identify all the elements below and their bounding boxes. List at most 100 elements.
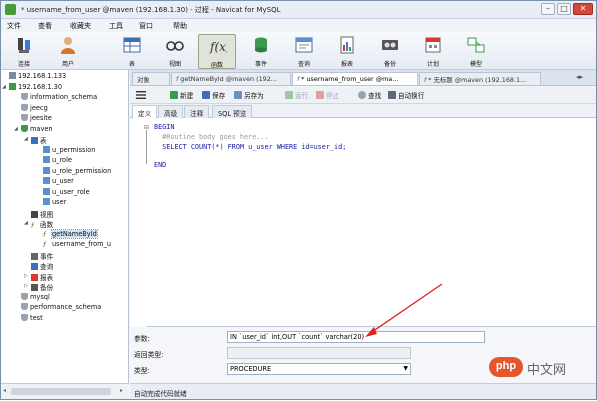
tree-expander-icon[interactable]: ◢ (24, 220, 28, 226)
scroll-thumb[interactable] (11, 388, 111, 395)
definition-tabs: 定义 高级 注释 SQL 预览 (130, 104, 596, 118)
tree-item-label: u_permission (52, 145, 96, 154)
tree-item[interactable]: f 函数 (31, 219, 54, 230)
tree-item[interactable]: f getNameById (43, 228, 98, 240)
code-line-3: SELECT COUNT(*) FROM u_user WHERE id=use… (154, 143, 347, 151)
tree-expander-icon[interactable]: ▷ (24, 283, 28, 289)
close-button[interactable]: ✕ (573, 3, 593, 15)
user-icon (61, 37, 75, 54)
tree-item[interactable]: 表 (31, 135, 47, 145)
tree-item[interactable]: user (43, 198, 66, 208)
toolbar-event-button[interactable]: 事件 (242, 34, 280, 69)
save-button[interactable]: 保存 (202, 90, 225, 100)
new-button[interactable]: 新建 (170, 90, 193, 100)
backups-icon (31, 284, 38, 291)
save-as-button[interactable]: 另存为 (234, 90, 264, 100)
tree-expander-icon[interactable]: ◢ (2, 84, 6, 90)
find-label: 查找 (368, 92, 382, 100)
tab-untitled[interactable]: f * 无标题 @maven (192.168.1... (419, 72, 541, 85)
status-text: 自动完成代码就绪 (134, 390, 187, 398)
tree-item[interactable]: 事件 (31, 251, 53, 261)
backup-icon (382, 40, 398, 50)
tree-item-label: 函数 (40, 221, 54, 229)
tree-item-label: 查询 (40, 263, 54, 271)
tree-expander-icon[interactable]: ▷ (24, 273, 28, 279)
tree-expander-icon[interactable]: ◢ (24, 136, 28, 142)
toolbar-connect-button[interactable]: 连接 (5, 34, 43, 69)
tree-horizontal-scrollbar[interactable]: ◂ ▸ (1, 383, 129, 399)
find-button[interactable]: 查找 (358, 90, 381, 100)
toolbar-view-button[interactable]: 视图 (156, 34, 194, 69)
table-icon (43, 156, 50, 163)
table-icon (43, 145, 50, 153)
tree-item[interactable]: performance_schema (21, 303, 101, 313)
tab-advanced[interactable]: 高级 (158, 105, 184, 118)
maximize-button[interactable]: □ (557, 3, 571, 15)
tree-item[interactable]: f username_from_u (43, 240, 111, 250)
connection-open-icon (9, 82, 16, 90)
watermark-text: 中文网 (527, 363, 567, 378)
toolbar-model-button[interactable]: 模型 (457, 34, 495, 69)
menu-window[interactable]: 窗口 (139, 21, 153, 31)
menu-view[interactable]: 查看 (38, 21, 52, 31)
autowrap-button[interactable]: 自动换行 (388, 90, 424, 100)
tree-item[interactable]: u_role_permission (43, 166, 111, 177)
tree-item[interactable]: 192.168.1.133 (9, 72, 66, 82)
tree-item[interactable]: u_role (43, 156, 72, 166)
tab-objects[interactable]: 对象 (132, 72, 170, 85)
minimize-button[interactable]: – (541, 3, 555, 15)
tree-item[interactable]: 查询 (31, 261, 53, 271)
tab-username-from-user[interactable]: f * username_from_user @ma... (292, 72, 418, 85)
toolbar-event-label: 事件 (254, 61, 267, 68)
app-window: * username_from_user @maven (192.168.1.3… (0, 0, 597, 400)
tab-scroll-icon[interactable]: ◂▸ (576, 73, 583, 81)
toolbar-user-button[interactable]: 用户 (49, 34, 87, 69)
tree-item-label: 报表 (40, 273, 54, 282)
menu-file[interactable]: 文件 (7, 21, 21, 31)
scroll-left-icon[interactable]: ◂ (3, 387, 6, 394)
tab-getnamebyid[interactable]: f getNameById @maven (192... (171, 72, 291, 85)
tab-definition[interactable]: 定义 (132, 105, 158, 118)
tree-item[interactable]: u_user_role (43, 187, 90, 198)
save-icon (202, 91, 210, 99)
toolbar-report-button[interactable]: 报表 (328, 34, 366, 69)
return-type-field[interactable] (227, 347, 411, 359)
tree-item[interactable]: mysql (21, 292, 50, 303)
function-icon: f (43, 230, 46, 239)
menu-icon[interactable] (136, 90, 146, 100)
tree-item[interactable]: 报表 (31, 272, 53, 282)
save-as-icon (234, 91, 242, 99)
code-line-2: #Routine body goes here... (154, 133, 269, 141)
tree-item[interactable]: 192.168.1.30 (9, 82, 62, 93)
toolbar-table-button[interactable]: 表 (113, 34, 151, 69)
tree-item[interactable]: jeecg (21, 103, 48, 114)
toolbar-function-button[interactable]: f(x) 函数 (198, 34, 236, 69)
tree-item[interactable]: information_schema (21, 93, 97, 103)
save-as-label: 另存为 (244, 92, 264, 100)
tree-item[interactable]: u_user (43, 177, 74, 187)
stop-button[interactable]: 停止 (316, 90, 339, 100)
toolbar-schedule-button[interactable]: 计划 (414, 34, 452, 69)
menu-tools[interactable]: 工具 (109, 21, 123, 31)
run-button[interactable]: 运行 (285, 90, 308, 100)
tab-sql-preview[interactable]: SQL 预览 (212, 105, 253, 118)
scroll-right-icon[interactable]: ▸ (120, 387, 123, 394)
tree-item[interactable]: test (21, 313, 43, 324)
tree-item[interactable]: 备份 (31, 282, 53, 292)
type-select[interactable]: PROCEDURE ▼ (227, 363, 411, 375)
title-bar: * username_from_user @maven (192.168.1.3… (1, 1, 596, 19)
toolbar-query-button[interactable]: 查询 (285, 34, 323, 69)
tree-item[interactable]: 视图 (31, 209, 53, 219)
toolbar-backup-button[interactable]: 备份 (371, 34, 409, 69)
run-icon (285, 91, 293, 99)
menu-favorites[interactable]: 收藏夹 (70, 21, 91, 31)
tab-comment[interactable]: 注释 (184, 105, 210, 118)
sql-editor[interactable]: ⊟ BEGIN #Routine body goes here... SELEC… (130, 118, 596, 327)
tree-expander-icon[interactable]: ◢ (14, 126, 18, 132)
tree-item[interactable]: maven (21, 124, 53, 135)
menu-help[interactable]: 帮助 (173, 21, 187, 31)
tree-item[interactable]: u_permission (43, 145, 96, 156)
tree-item-label: jeesite (30, 114, 52, 122)
tree-item[interactable]: jeesite (21, 114, 52, 124)
params-field[interactable]: IN `user_id` int,OUT `count` varchar(20) (227, 331, 485, 343)
